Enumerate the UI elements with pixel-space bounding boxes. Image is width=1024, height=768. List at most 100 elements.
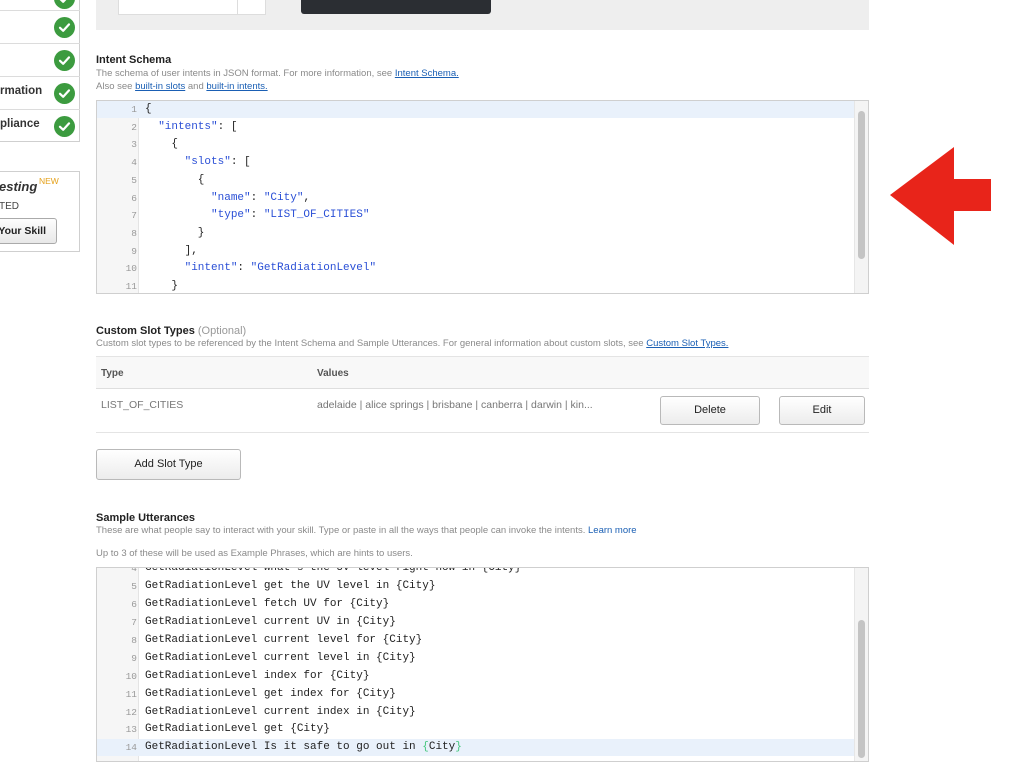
delete-slot-button[interactable]: Delete xyxy=(660,396,760,425)
brace-match: { xyxy=(422,741,429,754)
intent-schema-editor[interactable]: 1{ 2 "intents": [ 3 { 4 "slots": [ 5 { 6… xyxy=(96,100,869,294)
step-item-interaction-model-info[interactable]: rmation xyxy=(0,76,80,110)
line-number: 6 xyxy=(131,599,137,611)
line-number: 7 xyxy=(131,617,137,628)
edit-slot-button[interactable]: Edit xyxy=(779,396,865,425)
code-text: GetRadiationLevel index for {City} xyxy=(145,669,370,682)
line-number: 2 xyxy=(131,121,137,133)
check-circle-icon xyxy=(54,0,75,9)
code-line: 2 "intents": [ xyxy=(97,119,854,136)
code-text: "type": "LIST_OF_CITIES" xyxy=(145,207,369,224)
code-line: 7 GetRadiationLevel current UV in {City} xyxy=(97,614,854,631)
code-line: 7 "type": "LIST_OF_CITIES" xyxy=(97,207,854,224)
code-line: 9 GetRadiationLevel current level in {Cit… xyxy=(97,650,854,667)
step-item[interactable] xyxy=(0,43,80,77)
json-string: "LIST_OF_CITIES" xyxy=(263,209,370,222)
skill-builder-thumbnail xyxy=(118,0,266,15)
code-line: 3 { xyxy=(97,136,854,153)
line-number: 5 xyxy=(131,174,137,186)
code-line: 4 GetRadiationLevel what's the UV level r… xyxy=(97,567,854,577)
intent-schema-title: Intent Schema xyxy=(96,54,172,66)
code-text: { xyxy=(145,138,179,151)
code-text: GetRadiationLevel get index for {City} xyxy=(145,687,396,700)
intent-schema-also: Also see built-in slots and built-in int… xyxy=(96,81,268,92)
code-line: 6 GetRadiationLevel fetch UV for {City} xyxy=(97,596,854,613)
code-text: GetRadiationLevel get the UV level in {C… xyxy=(145,580,436,593)
testing-status: TED xyxy=(0,201,19,212)
check-circle-icon xyxy=(54,50,75,71)
code-text: GetRadiationLevel fetch UV for {City} xyxy=(145,598,390,611)
line-number: 3 xyxy=(131,139,137,151)
code-text: { xyxy=(145,173,205,186)
step-item-compliance[interactable]: pliance xyxy=(0,109,80,143)
utterance-text: GetRadiationLevel Is it safe to go out i… xyxy=(145,741,423,754)
add-slot-type-button[interactable]: Add Slot Type xyxy=(96,449,241,480)
code-line: 10 "intent": "GetRadiationLevel" xyxy=(97,260,854,277)
and-text: and xyxy=(185,81,207,92)
testing-title-text: esting xyxy=(0,179,38,194)
sample-utterances-title: Sample Utterances xyxy=(96,512,196,524)
json-key: "intents" xyxy=(158,120,218,133)
json-key: "slots" xyxy=(184,156,231,169)
custom-slot-types-desc: Custom slot types to be referenced by th… xyxy=(96,338,728,349)
line-number: 14 xyxy=(125,742,137,754)
code-line: 9 ], xyxy=(97,243,854,260)
code-text: GetRadiationLevel get {City} xyxy=(145,723,330,736)
json-punct: : [ xyxy=(230,156,251,169)
editor-scrollbar[interactable] xyxy=(854,101,868,293)
check-circle-icon xyxy=(54,17,75,38)
scrollbar-thumb[interactable] xyxy=(858,620,865,758)
json-key: "intent" xyxy=(184,262,238,275)
code-text: "intents": [ xyxy=(145,119,237,136)
learn-more-link[interactable]: Learn more xyxy=(588,525,637,536)
line-number: 12 xyxy=(125,706,137,718)
code-text: } xyxy=(145,280,179,292)
launch-panel xyxy=(96,0,869,30)
line-number: 9 xyxy=(131,652,137,664)
line-number: 10 xyxy=(125,263,137,275)
json-key: "name" xyxy=(211,191,251,204)
json-punct: , xyxy=(303,191,311,204)
intent-schema-link[interactable]: Intent Schema. xyxy=(395,68,459,79)
line-number: 1 xyxy=(131,104,137,115)
step-item[interactable] xyxy=(0,10,80,44)
code-line: 8 } xyxy=(97,225,854,242)
desc-text: The schema of user intents in JSON forma… xyxy=(96,68,395,79)
code-text: "intent": "GetRadiationLevel" xyxy=(145,260,376,277)
beta-testing-panel: esting NEW TED Your Skill xyxy=(0,171,80,252)
check-circle-icon xyxy=(54,116,75,137)
built-in-slots-link[interactable]: built-in slots xyxy=(135,81,185,92)
launch-skill-builder-button[interactable] xyxy=(301,0,491,14)
editor-scrollbar[interactable] xyxy=(854,568,868,761)
line-number: 4 xyxy=(131,157,137,169)
new-badge: NEW xyxy=(39,176,59,186)
built-in-intents-link[interactable]: built-in intents. xyxy=(206,81,267,92)
optional-label: (Optional) xyxy=(197,325,247,337)
json-key: "type" xyxy=(211,209,251,222)
slot-name: City xyxy=(428,741,456,754)
scrollbar-thumb[interactable] xyxy=(858,111,865,259)
line-number: 5 xyxy=(131,581,137,593)
line-number: 4 xyxy=(131,567,137,574)
custom-slot-types-link[interactable]: Custom Slot Types. xyxy=(646,338,728,349)
code-line: 11 } xyxy=(97,278,854,293)
sample-utterances-editor[interactable]: 4 GetRadiationLevel what's the UV level r… xyxy=(96,567,869,762)
custom-slot-types-title: Custom Slot Types (Optional) xyxy=(96,325,246,337)
code-text: } xyxy=(145,226,205,239)
also-text: Also see xyxy=(96,81,136,92)
json-punct: : [ xyxy=(217,120,238,133)
step-list: rmation pliance xyxy=(0,0,80,142)
column-header-values: Values xyxy=(317,368,349,379)
sample-utterances-desc: These are what people say to interact wi… xyxy=(96,525,637,536)
code-text: GetRadiationLevel Is it safe to go out i… xyxy=(145,739,462,756)
code-text: GetRadiationLevel what's the UV level ri… xyxy=(145,567,522,574)
code-text: { xyxy=(145,103,152,115)
code-line: 11 GetRadiationLevel get index for {City} xyxy=(97,686,854,703)
step-label: rmation xyxy=(0,85,43,97)
json-punct: : xyxy=(237,262,251,275)
code-text: "name": "City", xyxy=(145,190,310,207)
test-your-skill-button[interactable]: Your Skill xyxy=(0,218,57,244)
